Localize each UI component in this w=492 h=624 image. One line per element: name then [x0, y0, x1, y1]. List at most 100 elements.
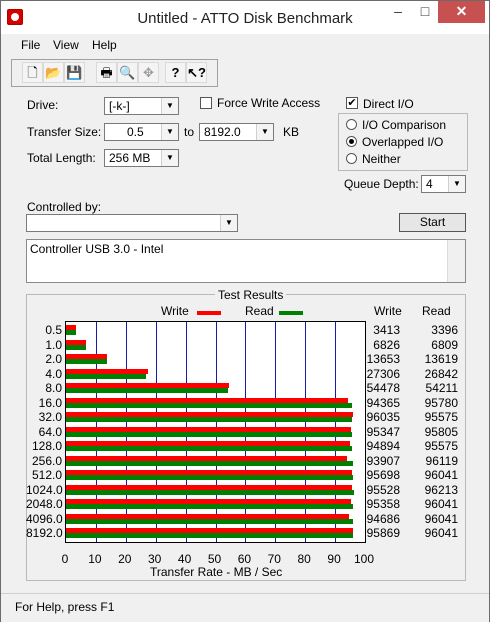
maximize-button[interactable]: □: [412, 1, 438, 23]
y-tick-label: 4.0: [45, 366, 62, 381]
new-icon[interactable]: 🗋: [22, 62, 43, 83]
x-tick-label: 40: [177, 552, 192, 566]
read-value: 54211: [425, 381, 458, 395]
transfer-to-value: 8192.0: [204, 125, 241, 139]
menu-help[interactable]: Help: [92, 38, 117, 52]
read-bar: [66, 431, 353, 437]
force-write-checkbox[interactable]: [200, 97, 212, 109]
to-label: to: [184, 125, 195, 139]
close-button[interactable]: ✕: [438, 1, 485, 23]
write-value: 94894: [366, 439, 400, 453]
write-value: 27306: [366, 366, 400, 381]
neither-radio[interactable]: [346, 153, 357, 164]
read-bar: [66, 402, 353, 408]
description-box[interactable]: Controller USB 3.0 - Intel: [26, 239, 466, 283]
read-bar: [66, 504, 354, 509]
legend-read-label: Read: [245, 304, 274, 318]
direct-io-checkbox[interactable]: ✔: [346, 97, 358, 109]
transfer-from-value: 0.5: [127, 125, 144, 139]
write-value: 95347: [366, 424, 400, 439]
total-length-value: 256 MB: [109, 151, 151, 165]
force-write-label: Force Write Access: [217, 96, 321, 110]
read-value: 96041: [424, 526, 458, 540]
read-bar: [66, 373, 147, 379]
print-icon[interactable]: 🖶: [96, 62, 117, 83]
x-tick-label: 90: [327, 552, 341, 566]
help-icon[interactable]: ?: [165, 62, 186, 83]
y-tick-label: 2048.0: [26, 497, 63, 511]
direct-io-label: Direct I/O: [363, 97, 414, 111]
transfer-from-select[interactable]: 0.5 ▼: [104, 123, 179, 141]
transfer-rate-chart: [65, 321, 366, 543]
menu-file[interactable]: File: [21, 38, 40, 52]
legend-read-swatch: [279, 311, 303, 315]
x-tick-label: 0: [61, 552, 69, 566]
total-length-select[interactable]: 256 MB ▼: [104, 149, 179, 167]
context-help-icon[interactable]: ↖?: [186, 62, 207, 83]
write-value: 95358: [366, 497, 400, 511]
write-column-header: Write: [374, 304, 402, 318]
x-tick-label: 30: [148, 552, 162, 566]
x-tick-label: 100: [353, 552, 375, 566]
controlled-by-select[interactable]: ▼: [26, 214, 238, 232]
write-value: 3413: [373, 323, 400, 337]
app-window: Untitled - ATTO Disk Benchmark – □ ✕ Fil…: [0, 0, 490, 622]
x-tick-label: 20: [118, 552, 132, 566]
write-value: 93907: [366, 453, 400, 468]
write-value: 95869: [366, 526, 400, 540]
write-value: 95528: [366, 482, 400, 497]
status-bar: For Help, press F1: [1, 593, 489, 622]
chevron-down-icon[interactable]: ▼: [220, 215, 237, 231]
read-value: 95575: [424, 410, 458, 424]
y-tick-label: 4096.0: [26, 511, 63, 526]
y-tick-label: 8.0: [45, 381, 62, 395]
test-results-title: Test Results: [215, 288, 287, 302]
y-tick-label: 256.0: [31, 453, 62, 468]
y-tick-label: 128.0: [31, 439, 62, 453]
io-comparison-label: I/O Comparison: [362, 118, 447, 132]
read-bar: [66, 359, 107, 364]
read-value: 13619: [424, 352, 458, 366]
legend-write-swatch: [197, 311, 221, 315]
print-preview-icon[interactable]: 🔍: [117, 62, 138, 83]
open-icon[interactable]: 📂: [43, 62, 64, 83]
save-icon[interactable]: 💾: [64, 62, 85, 83]
queue-depth-select[interactable]: 4 ▼: [421, 175, 466, 193]
write-value: 95698: [366, 468, 400, 482]
drive-value: [-k-]: [109, 99, 130, 113]
chevron-down-icon[interactable]: ▼: [161, 98, 178, 114]
x-tick-label: 80: [297, 552, 311, 566]
description-scrollbar[interactable]: [447, 240, 465, 282]
io-comparison-radio[interactable]: [346, 119, 357, 130]
y-tick-label: 0.5: [45, 323, 62, 337]
overlapped-io-radio[interactable]: [346, 136, 357, 147]
y-tick-label: 32.0: [38, 410, 62, 424]
chevron-down-icon[interactable]: ▼: [256, 124, 273, 140]
overlapped-io-label: Overlapped I/O: [362, 135, 444, 149]
drive-label: Drive:: [27, 98, 59, 112]
toolbar: 🗋 📂 💾 🖶 🔍 ✥ ? ↖?: [11, 59, 218, 87]
read-value: 3396: [431, 323, 458, 337]
y-tick-label: 1024.0: [26, 482, 63, 497]
minimize-button[interactable]: –: [384, 1, 412, 23]
legend-write-label: Write: [161, 304, 189, 318]
title-bar[interactable]: Untitled - ATTO Disk Benchmark – □ ✕: [1, 1, 489, 34]
read-value: 6809: [431, 337, 458, 352]
transfer-to-select[interactable]: 8192.0 ▼: [199, 123, 274, 141]
chevron-down-icon[interactable]: ▼: [161, 124, 178, 140]
x-tick-label: 70: [267, 552, 281, 566]
neither-label: Neither: [362, 152, 401, 166]
start-button[interactable]: Start: [399, 213, 466, 232]
y-tick-label: 512.0: [31, 468, 62, 482]
chevron-down-icon[interactable]: ▼: [448, 176, 465, 192]
read-bar: [66, 330, 77, 335]
read-value: 96041: [424, 468, 458, 482]
read-bar: [66, 344, 87, 350]
chevron-down-icon[interactable]: ▼: [161, 150, 178, 166]
read-bar: [66, 417, 352, 422]
menu-view[interactable]: View: [53, 38, 79, 52]
read-value: 96119: [425, 453, 458, 468]
drive-select[interactable]: [-k-] ▼: [104, 97, 179, 115]
move-icon[interactable]: ✥: [138, 62, 159, 83]
write-value: 54478: [366, 381, 400, 395]
